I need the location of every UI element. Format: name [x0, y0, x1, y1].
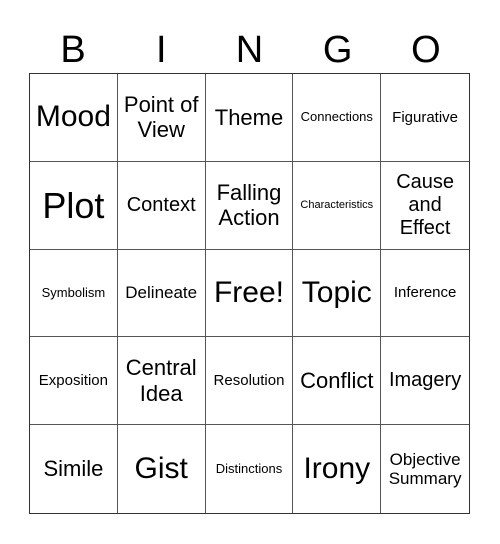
header-letter-n: N [235, 29, 264, 71]
bingo-cell[interactable]: Plot [30, 161, 118, 250]
bingo-cell[interactable]: Context [117, 161, 206, 250]
bingo-cell[interactable]: Falling Action [205, 161, 294, 250]
bingo-cell[interactable]: Imagery [381, 337, 469, 426]
bingo-cell[interactable]: Free! [205, 249, 294, 338]
bingo-cell[interactable]: Figurative [381, 74, 469, 162]
bingo-cell[interactable]: Point of View [117, 74, 206, 162]
bingo-cell[interactable]: Cause and Effect [381, 162, 469, 250]
bingo-cell[interactable]: Objective Summary [381, 425, 469, 513]
header-letter-b: B [60, 29, 86, 71]
bingo-cell[interactable]: Theme [205, 74, 294, 162]
bingo-cell[interactable]: Mood [30, 74, 118, 162]
header-letter-o: O [411, 29, 441, 71]
header-letter-g: G [322, 29, 353, 71]
bingo-cell[interactable]: Inference [381, 250, 469, 338]
bingo-header: B I N G O [29, 28, 470, 72]
bingo-cell[interactable]: Irony [293, 425, 382, 513]
header-letter-i: I [156, 29, 167, 71]
bingo-cell[interactable]: Simile [30, 425, 118, 513]
bingo-cell[interactable]: Delineate [117, 249, 206, 338]
bingo-cell[interactable]: Exposition [30, 337, 118, 426]
bingo-cell[interactable]: Characteristics [293, 161, 382, 250]
bingo-cell[interactable]: Gist [118, 425, 206, 513]
bingo-grid: Mood Point of View Theme Connections Figurat… [29, 73, 470, 514]
bingo-cell[interactable]: Symbolism [30, 249, 118, 338]
bingo-cell[interactable]: Resolution [205, 337, 294, 426]
bingo-cell[interactable]: Connections [293, 74, 382, 162]
bingo-cell[interactable]: Distinctions [206, 425, 294, 513]
bingo-cell[interactable]: Central Idea [117, 337, 206, 426]
bingo-cell[interactable]: Topic [293, 249, 382, 338]
bingo-cell[interactable]: Conflict [293, 337, 382, 426]
